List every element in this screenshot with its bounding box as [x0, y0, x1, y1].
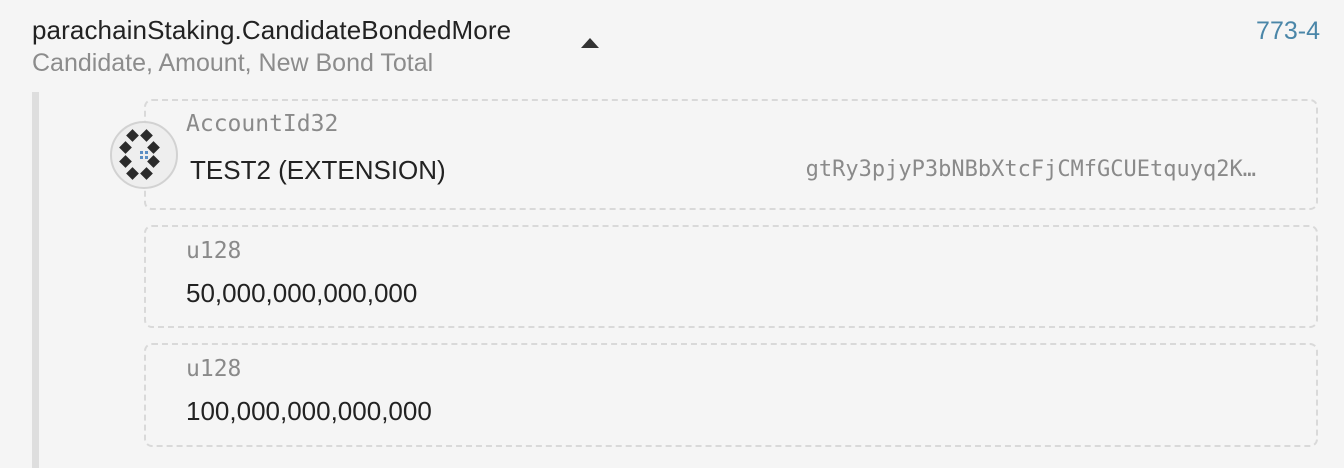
param-type-label: u128	[186, 356, 242, 382]
event-header: parachainStaking.CandidateBondedMore Can…	[32, 12, 1324, 82]
event-subtitle: Candidate, Amount, New Bond Total	[32, 49, 434, 77]
param-type-label: u128	[186, 238, 242, 264]
account-name: TEST2 (EXTENSION)	[190, 155, 446, 185]
param-account: AccountId32 TEST2 (EXTENSION) gtRy3pjyP3…	[144, 99, 1318, 210]
account-address[interactable]: gtRy3pjyP3bNBbXtcFjCMfGCUEtquyq2K…	[806, 155, 1256, 185]
param-amount: u128 50,000,000,000,000	[144, 225, 1318, 328]
caret-up-icon[interactable]	[580, 38, 600, 50]
identicon-icon[interactable]	[110, 121, 178, 189]
param-type-label: AccountId32	[186, 111, 339, 137]
param-new-bond-total: u128 100,000,000,000,000	[144, 343, 1318, 447]
params-rail	[32, 92, 39, 468]
event-block-link[interactable]: 773-4	[1256, 16, 1320, 46]
new-bond-total-value: 100,000,000,000,000	[186, 396, 432, 426]
amount-value: 50,000,000,000,000	[186, 278, 418, 308]
event-title: parachainStaking.CandidateBondedMore	[32, 15, 512, 45]
